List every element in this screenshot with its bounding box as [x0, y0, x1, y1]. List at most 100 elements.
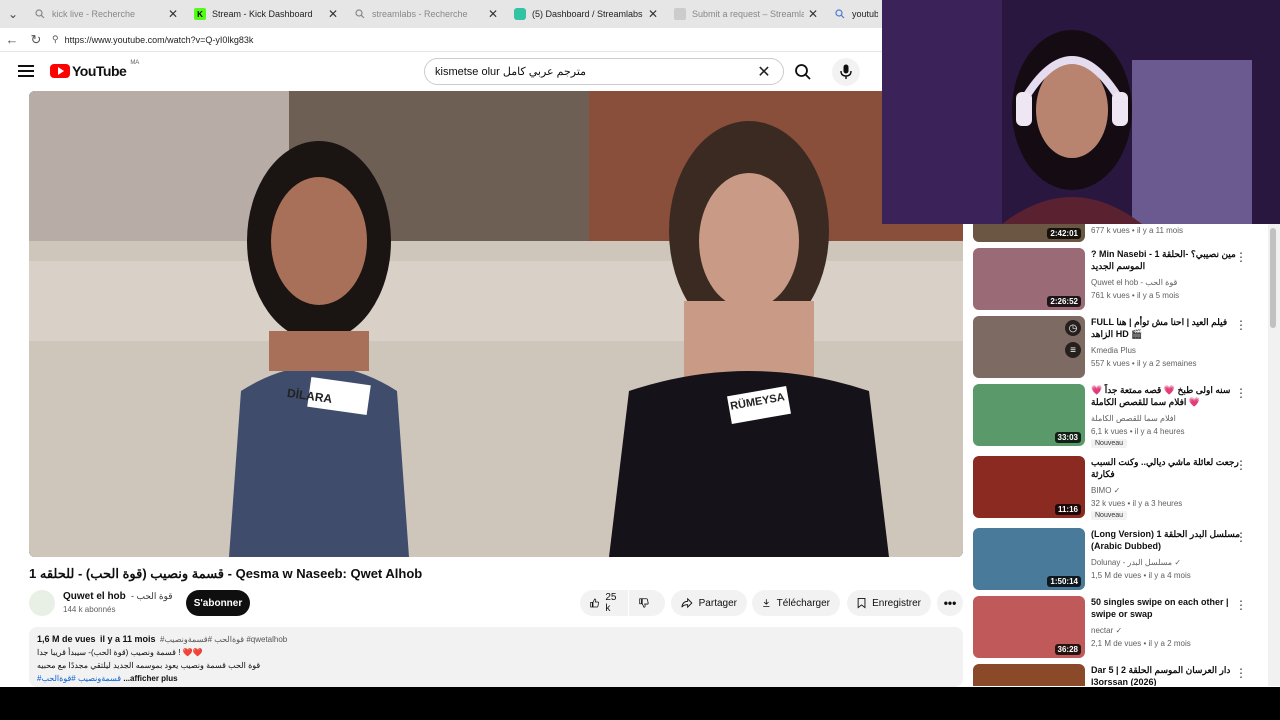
- channel-name[interactable]: Kmedia Plus: [1091, 346, 1136, 355]
- microphone-icon: [840, 64, 852, 79]
- tab-submit-request[interactable]: Submit a request – Streamlabs ✕: [666, 0, 826, 28]
- more-vertical-icon[interactable]: ⋮: [1235, 318, 1247, 332]
- recommendation-item[interactable]: 11:16 رجعت لعائلة ماشي ديالي.. وكنت السب…: [973, 456, 1263, 520]
- more-actions-button[interactable]: •••: [937, 590, 963, 616]
- description-tags[interactable]: #قوةالحب #قسمةونصيب #qwetalhob: [160, 635, 287, 644]
- close-icon[interactable]: ✕: [488, 7, 498, 21]
- new-badge: Nouveau: [1091, 511, 1128, 520]
- video-title[interactable]: Dar 5 | 2 دار العرسان الموسم الحلقة l3or…: [1091, 664, 1241, 686]
- hamburger-menu-icon[interactable]: [18, 65, 34, 77]
- description-hashtags[interactable]: #قسمةونصيب #قوةالحب: [37, 674, 121, 683]
- channel-name[interactable]: Quwet el hob: [63, 591, 126, 602]
- channel-name-arabic[interactable]: - قوة الحب: [131, 591, 173, 602]
- recommendation-item[interactable]: ◷ ≡ FULL فيلم العيد | احنا مش توأم | هنا…: [973, 316, 1263, 380]
- site-info-icon[interactable]: ⚲: [52, 34, 59, 45]
- tab-label: kick live - Recherche: [52, 9, 136, 19]
- kick-icon: K: [194, 8, 206, 20]
- recommendation-item[interactable]: 2:26:52 ? Min Nasebi - 1 مين نصيبي؟ -الح…: [973, 248, 1263, 312]
- video-thumbnail[interactable]: 2:26:52: [973, 248, 1085, 310]
- tab-youtube-search[interactable]: youtube - R: [826, 0, 886, 28]
- more-vertical-icon[interactable]: ⋮: [1235, 458, 1247, 472]
- youtube-logo[interactable]: YouTube MA: [50, 60, 139, 79]
- video-thumbnail[interactable]: 36:28: [973, 596, 1085, 658]
- description-line-1: قسمة ونصيب (قوة الحب)- سيبدأ قريبا جدا !…: [37, 648, 203, 657]
- video-player[interactable]: DİLARA RÜMEYSA: [29, 91, 963, 557]
- download-icon: [763, 599, 770, 607]
- clear-search-icon[interactable]: ✕: [755, 62, 773, 82]
- video-thumbnail[interactable]: 11:16: [973, 456, 1085, 518]
- video-title[interactable]: (Long Version) 1 مسلسل البدر الحلقة (Ara…: [1091, 528, 1241, 552]
- video-title[interactable]: FULL فيلم العيد | احنا مش توأم | هنا الز…: [1091, 316, 1241, 340]
- scrollbar-thumb[interactable]: [1270, 228, 1276, 328]
- close-icon[interactable]: ✕: [168, 7, 178, 21]
- download-button[interactable]: Télécharger: [752, 590, 840, 616]
- share-button[interactable]: Partager: [671, 590, 747, 616]
- save-button[interactable]: Enregistrer: [847, 590, 931, 616]
- video-views: 677 k vues • il y a 11 mois: [1091, 226, 1184, 235]
- search-icon: [354, 8, 366, 20]
- tab-kick-live[interactable]: kick live - Recherche ✕: [26, 0, 186, 28]
- close-icon[interactable]: ✕: [648, 7, 658, 21]
- close-icon[interactable]: ✕: [328, 7, 338, 21]
- add-to-queue-icon[interactable]: ≡: [1065, 342, 1081, 358]
- channel-name[interactable]: Dolunay - مسلسل البدر ✓: [1091, 558, 1181, 567]
- voice-search-button[interactable]: [832, 58, 860, 86]
- video-title[interactable]: ? Min Nasebi - 1 مين نصيبي؟ -الحلقة المو…: [1091, 248, 1241, 272]
- like-count: 25 k: [605, 592, 617, 614]
- channel-name[interactable]: nectar ✓: [1091, 626, 1122, 635]
- recommendation-item[interactable]: 33:03 سنه اولى طبخ 💗 قصه ممتعة جداً 💗 اف…: [973, 384, 1263, 448]
- search-button[interactable]: [786, 58, 820, 85]
- video-views: 557 k vues • il y a 2 semaines: [1091, 359, 1197, 368]
- recommendation-item[interactable]: 36:28 50 singles swipe on each other | s…: [973, 596, 1263, 660]
- video-views: 2,1 M de vues • il y a 2 mois: [1091, 639, 1191, 648]
- back-arrow-icon[interactable]: ←: [0, 32, 24, 47]
- show-more-link[interactable]: ...afficher plus: [123, 674, 177, 683]
- video-thumbnail[interactable]: [973, 664, 1085, 686]
- like-button[interactable]: 25 k: [580, 590, 628, 616]
- video-views: 6,1 k vues • il y a 4 heures: [1091, 427, 1185, 436]
- video-title[interactable]: رجعت لعائلة ماشي ديالي.. وكنت السبب فكار…: [1091, 456, 1241, 480]
- video-thumbnail[interactable]: 1:50:14: [973, 528, 1085, 590]
- channel-name[interactable]: Quwet el hob - قوة الحب: [1091, 278, 1177, 287]
- close-icon[interactable]: ✕: [808, 7, 818, 21]
- reload-icon[interactable]: ↻: [24, 32, 48, 48]
- recommendation-item[interactable]: 1:50:14 (Long Version) 1 مسلسل البدر الح…: [973, 528, 1263, 592]
- tab-label: Submit a request – Streamlabs: [692, 9, 804, 19]
- more-vertical-icon[interactable]: ⋮: [1235, 386, 1247, 400]
- bookmark-icon: [857, 597, 866, 609]
- video-thumbnail[interactable]: 2:42:01: [973, 224, 1085, 242]
- video-thumbnail[interactable]: ◷ ≡: [973, 316, 1085, 378]
- recommendation-item[interactable]: Dar 5 | 2 دار العرسان الموسم الحلقة l3or…: [973, 664, 1263, 686]
- dislike-button[interactable]: [629, 590, 665, 616]
- thumbs-up-icon: [590, 598, 599, 608]
- watch-later-icon[interactable]: ◷: [1065, 320, 1081, 336]
- share-icon: [681, 597, 693, 609]
- channel-name[interactable]: BIMO ✓: [1091, 486, 1120, 495]
- video-frame: [29, 91, 963, 557]
- more-vertical-icon[interactable]: ⋮: [1235, 666, 1247, 680]
- more-vertical-icon[interactable]: ⋮: [1235, 250, 1247, 264]
- recommendation-item[interactable]: 2:42:01 677 k vues • il y a 11 mois: [973, 224, 1263, 244]
- tab-streamlabs-search[interactable]: streamlabs - Recherche ✕: [346, 0, 506, 28]
- tab-label: streamlabs - Recherche: [372, 9, 468, 19]
- more-vertical-icon[interactable]: ⋮: [1235, 530, 1247, 544]
- video-views: 32 k vues • il y a 3 heures: [1091, 499, 1183, 508]
- video-title[interactable]: 50 singles swipe on each other | swipe o…: [1091, 596, 1241, 620]
- channel-avatar[interactable]: [29, 590, 55, 616]
- youtube-logo-text: YouTube: [72, 63, 127, 79]
- search-query: kismetse olur مترجم عربي كامل: [435, 66, 587, 78]
- tab-list-chevron-icon[interactable]: ⌄: [0, 0, 26, 28]
- video-title[interactable]: سنه اولى طبخ 💗 قصه ممتعة جداً 💗 افلام سم…: [1091, 384, 1241, 408]
- tab-streamlabs-dashboard[interactable]: (5) Dashboard / Streamlabs ✕: [506, 0, 666, 28]
- search-input[interactable]: kismetse olur مترجم عربي كامل ✕: [424, 58, 784, 85]
- save-label: Enregistrer: [872, 597, 921, 609]
- more-vertical-icon[interactable]: ⋮: [1235, 598, 1247, 612]
- video-thumbnail[interactable]: 33:03: [973, 384, 1085, 446]
- page-scrollbar[interactable]: [1268, 224, 1280, 686]
- tab-kick-dashboard[interactable]: K Stream - Kick Dashboard ✕: [186, 0, 346, 28]
- search-icon: [795, 63, 811, 80]
- channel-name[interactable]: افلام سما للقصص الكاملة: [1091, 414, 1176, 423]
- youtube-play-icon: [50, 64, 70, 78]
- description-box[interactable]: 1,6 M de vues il y a 11 mois #قوةالحب #ق…: [29, 627, 963, 687]
- subscribe-button[interactable]: S'abonner: [186, 590, 250, 616]
